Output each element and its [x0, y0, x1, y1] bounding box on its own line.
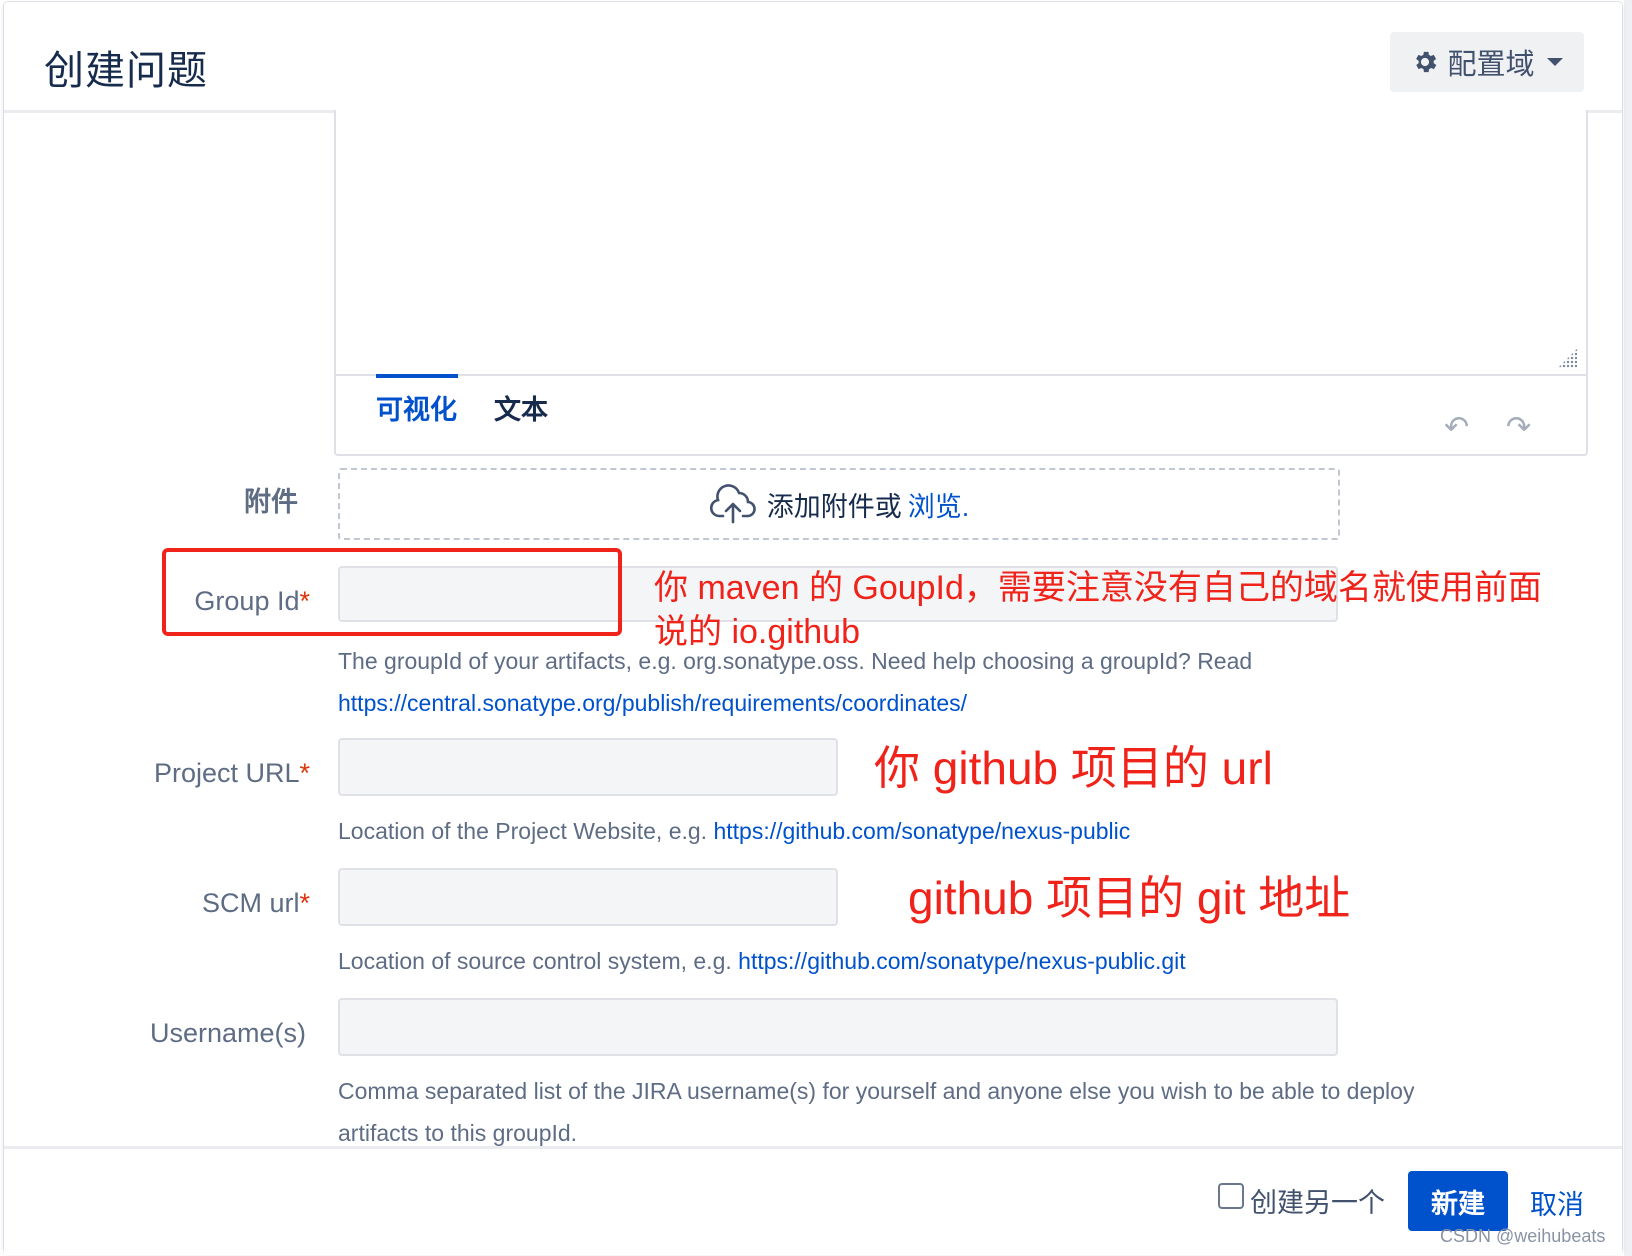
project-url-input[interactable] — [338, 738, 838, 796]
resize-grip-icon[interactable] — [1558, 348, 1578, 368]
scm-url-help: Location of source control system, e.g. … — [338, 940, 1538, 982]
gear-icon — [1416, 51, 1437, 73]
project-url-help: Location of the Project Website, e.g. ht… — [338, 810, 1538, 852]
dialog-footer: 创建另一个 新建 取消 — [4, 1146, 1622, 1255]
scm-url-help-text: Location of source control system, e.g. — [338, 948, 732, 974]
usernames-help: Comma separated list of the JIRA usernam… — [338, 1070, 1538, 1154]
project-url-example-link[interactable]: https://github.com/sonatype/nexus-public — [713, 818, 1130, 844]
configure-fields-button[interactable]: 配置域 — [1390, 32, 1584, 92]
chevron-down-icon — [1546, 58, 1563, 66]
active-tab-indicator — [376, 374, 458, 378]
undo-icon[interactable]: ↶ — [1444, 410, 1469, 445]
project-url-label-text: Project URL — [153, 758, 300, 788]
scm-url-example-link[interactable]: https://github.com/sonatype/nexus-public… — [738, 948, 1185, 974]
group-id-highlight-box — [162, 548, 622, 636]
required-marker: * — [299, 888, 310, 918]
attachment-drop-text: 添加附件或 — [766, 491, 902, 522]
scm-url-input[interactable] — [338, 868, 838, 926]
dialog-header: 创建问题 配置域 — [4, 2, 1622, 113]
usernames-help-line2: artifacts to this groupId. — [338, 1120, 578, 1146]
attachment-label: 附件 — [244, 487, 298, 517]
project-url-help-text: Location of the Project Website, e.g. — [338, 818, 708, 844]
configure-fields-label: 配置域 — [1447, 49, 1535, 81]
coordinates-link[interactable]: https://central.sonatype.org/publish/req… — [338, 690, 967, 716]
create-another-label[interactable]: 创建另一个 — [1250, 1181, 1385, 1220]
group-id-annotation-line2: 说的 io.github — [654, 613, 860, 651]
create-another-checkbox[interactable] — [1218, 1183, 1244, 1209]
usernames-input[interactable] — [338, 998, 1338, 1056]
scm-url-annotation: github 项目的 git 地址 — [908, 872, 1351, 924]
attachment-dropzone[interactable]: 添加附件或 浏览. — [338, 468, 1340, 540]
scm-url-label: SCM url* — [154, 888, 310, 919]
tab-text[interactable]: 文本 — [494, 388, 548, 427]
redo-icon[interactable]: ↷ — [1506, 410, 1531, 445]
create-issue-dialog: 创建问题 配置域 可视化 文本 ↶ ↷ 附件 添加附件或 浏览. Group I… — [4, 2, 1622, 1255]
watermark: CSDN @weihubeats — [1440, 1226, 1606, 1246]
browse-link[interactable]: 浏览. — [908, 485, 970, 524]
project-url-annotation: 你 github 项目的 url — [874, 742, 1273, 794]
editor-toolbar-divider — [336, 374, 1586, 376]
group-id-annotation: 你 maven 的 GoupId，需要注意没有自己的域名就使用前面 说的 io.… — [654, 566, 1614, 654]
usernames-label: Username(s) — [149, 1018, 306, 1048]
description-editor[interactable]: 可视化 文本 ↶ ↷ — [334, 110, 1588, 456]
tab-visual[interactable]: 可视化 — [376, 388, 457, 427]
background-edge — [1624, 0, 1632, 1256]
usernames-help-line1: Comma separated list of the JIRA usernam… — [338, 1078, 1415, 1104]
required-marker: * — [299, 758, 310, 788]
dialog-title: 创建问题 — [44, 49, 208, 93]
project-url-label: Project URL* — [124, 758, 310, 789]
group-id-annotation-line1: 你 maven 的 GoupId，需要注意没有自己的域名就使用前面 — [654, 569, 1542, 607]
scm-url-label-text: SCM url — [201, 888, 300, 918]
create-button[interactable]: 新建 — [1408, 1171, 1508, 1231]
cancel-button[interactable]: 取消 — [1530, 1183, 1584, 1222]
cloud-upload-icon — [709, 484, 756, 524]
